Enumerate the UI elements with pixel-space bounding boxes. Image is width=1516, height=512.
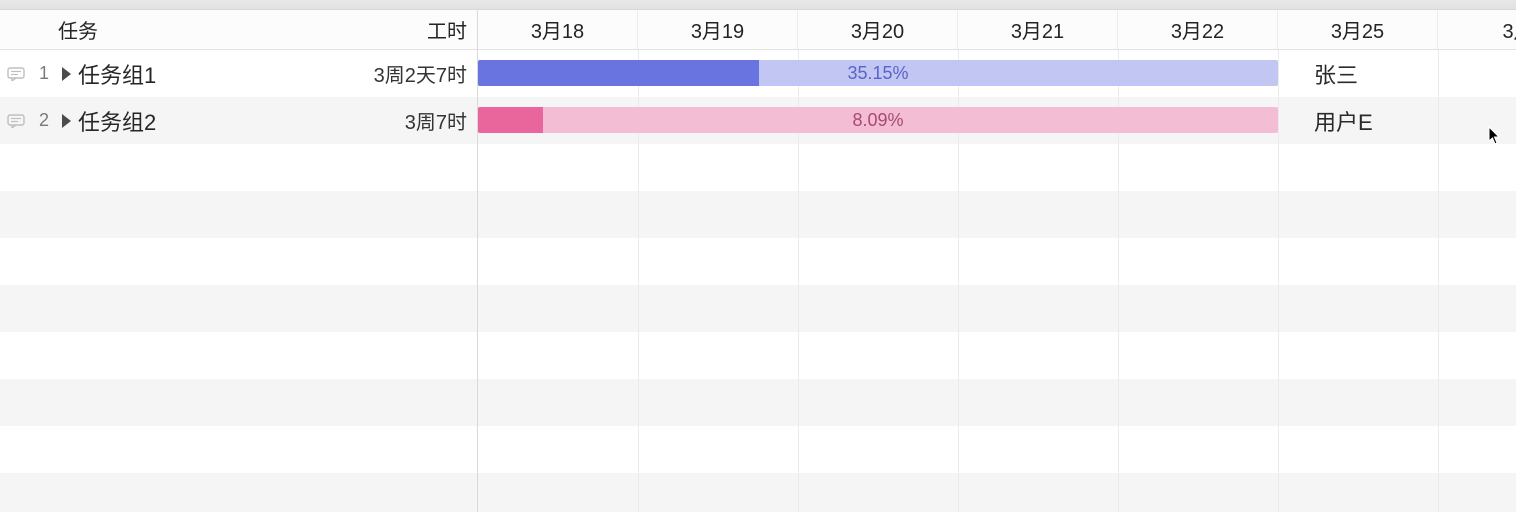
timeline-header: 3月183月193月203月213月223月253月 [478, 10, 1516, 50]
expand-toggle[interactable] [56, 114, 76, 128]
timeline-day-header[interactable]: 3月18 [478, 10, 638, 49]
timeline-panel: 3月183月193月203月213月223月253月 35.15%张三8.09%… [478, 10, 1516, 512]
timeline-day-header[interactable]: 3月22 [1118, 10, 1278, 49]
column-header-task[interactable]: 任务 [56, 15, 347, 44]
comment-icon[interactable] [0, 67, 32, 81]
row-stripe [478, 426, 1516, 473]
task-list-panel: 任务 工时 1 任务组13周2天7时 2 任务组23周7时 [0, 10, 478, 512]
row-stripe [0, 238, 477, 285]
timeline-day-header[interactable]: 3月 [1438, 10, 1516, 49]
task-row[interactable]: 2 任务组23周7时 [0, 97, 477, 144]
column-header-effort[interactable]: 工时 [347, 15, 477, 44]
gantt-bar[interactable]: 8.09% [478, 107, 1278, 133]
gantt-layout: 任务 工时 1任务组13周2天7时2任务组23周7时 3月183月193月203… [0, 10, 1516, 512]
task-effort: 3周2天7时 [307, 59, 477, 88]
row-number: 1 [32, 63, 56, 84]
row-stripe [0, 144, 477, 191]
timeline-day-header[interactable]: 3月19 [638, 10, 798, 49]
task-list-body: 1 任务组13周2天7时 2 任务组23周7时 [0, 50, 477, 512]
row-stripe [0, 379, 477, 426]
caret-right-icon [62, 67, 71, 81]
gantt-row: 35.15% 张三 [478, 50, 1516, 97]
gantt-bar-percent: 8.09% [478, 107, 1278, 133]
row-stripe [0, 332, 477, 379]
row-stripe [478, 379, 1516, 426]
timeline-day-header[interactable]: 3月25 [1278, 10, 1438, 49]
row-stripe [478, 473, 1516, 512]
comment-icon[interactable] [0, 114, 32, 128]
row-stripe [478, 238, 1516, 285]
timeline-day-header[interactable]: 3月21 [958, 10, 1118, 49]
gantt-bar-percent: 35.15% [478, 60, 1278, 86]
timeline-body[interactable]: 35.15% 张三 8.09% 用户E [478, 50, 1516, 512]
row-stripe [0, 285, 477, 332]
row-stripe [478, 191, 1516, 238]
gantt-row: 8.09% 用户E [478, 97, 1516, 144]
task-name[interactable]: 任务组2 [76, 105, 307, 137]
task-row[interactable]: 1 任务组13周2天7时 [0, 50, 477, 97]
gantt-assignee: 用户E [1314, 97, 1373, 144]
expand-toggle[interactable] [56, 67, 76, 81]
timeline-day-header[interactable]: 3月20 [798, 10, 958, 49]
gantt-bar[interactable]: 35.15% [478, 60, 1278, 86]
row-stripe [478, 285, 1516, 332]
row-stripe [0, 473, 477, 512]
row-stripe [0, 426, 477, 473]
toolbar-strip [0, 0, 1516, 10]
row-stripe [478, 332, 1516, 379]
task-name[interactable]: 任务组1 [76, 58, 307, 90]
gantt-assignee: 张三 [1314, 50, 1358, 97]
row-stripe [0, 191, 477, 238]
task-effort: 3周7时 [307, 106, 477, 135]
row-stripe [478, 144, 1516, 191]
caret-right-icon [62, 114, 71, 128]
task-list-header: 任务 工时 [0, 10, 477, 50]
row-number: 2 [32, 110, 56, 131]
